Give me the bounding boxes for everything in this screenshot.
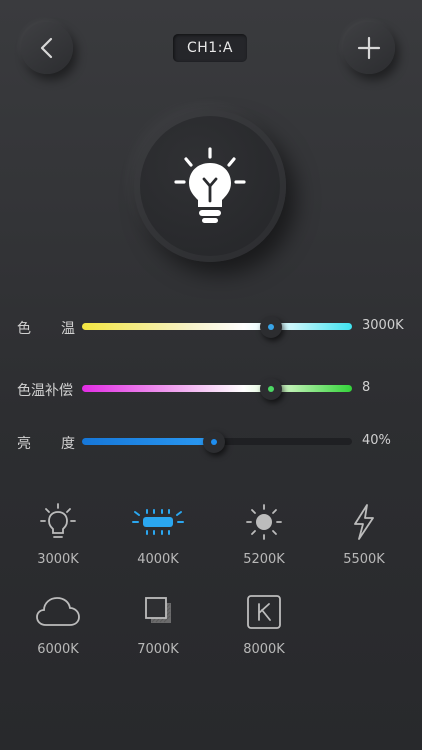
lightning-icon bbox=[354, 504, 374, 540]
k-box-icon bbox=[247, 595, 281, 629]
preset-5500k[interactable]: 5500K bbox=[324, 500, 404, 567]
color-temp-track[interactable] bbox=[82, 323, 352, 330]
compensation-track[interactable] bbox=[82, 385, 352, 392]
color-temp-value: 3000K bbox=[362, 318, 404, 333]
preset-6000k[interactable]: 6000K bbox=[18, 590, 98, 657]
preset-label: 5200K bbox=[243, 552, 285, 567]
label-char-2: 温 bbox=[61, 321, 75, 337]
compensation-value: 8 bbox=[362, 380, 371, 395]
slider-label-brightness: 亮 度 bbox=[17, 433, 75, 453]
slider-row-brightness: 亮 度 40% bbox=[0, 430, 422, 454]
back-button[interactable] bbox=[21, 22, 73, 74]
preset-label: 5500K bbox=[343, 552, 385, 567]
color-temp-thumb[interactable] bbox=[260, 316, 282, 338]
preset-3000k[interactable]: 3000K bbox=[18, 500, 98, 567]
add-button[interactable] bbox=[343, 22, 395, 74]
bulb-outline-icon bbox=[40, 503, 76, 538]
preset-label: 3000K bbox=[37, 552, 79, 567]
preset-label: 8000K bbox=[243, 642, 285, 657]
thumb-dot bbox=[268, 386, 274, 392]
preset-4000k[interactable]: 4000K bbox=[118, 500, 198, 567]
slider-label-color-temp: 色 温 bbox=[17, 318, 75, 338]
sun-icon bbox=[246, 504, 282, 540]
lightbulb-icon bbox=[174, 147, 246, 223]
cloud-icon bbox=[36, 597, 80, 626]
slider-label-compensation: 色温补偿 bbox=[17, 383, 73, 399]
channel-label: CH1:A bbox=[186, 40, 233, 56]
compensation-thumb[interactable] bbox=[260, 378, 282, 400]
channel-badge[interactable]: CH1:A bbox=[173, 34, 247, 62]
preset-5200k[interactable]: 5200K bbox=[224, 500, 304, 567]
slider-row-color-temp: 色 温 3000K bbox=[0, 315, 422, 339]
preset-7000k[interactable]: 7000K bbox=[118, 590, 198, 657]
label-char-1: 色 bbox=[17, 321, 31, 337]
fluorescent-tube-icon bbox=[132, 509, 184, 535]
chevron-left-icon bbox=[40, 37, 53, 59]
brightness-fill bbox=[82, 438, 215, 445]
brightness-value: 40% bbox=[362, 433, 391, 448]
thumb-dot bbox=[211, 439, 218, 445]
brightness-thumb[interactable] bbox=[203, 431, 226, 453]
preset-8000k[interactable]: 8000K bbox=[224, 590, 304, 657]
preset-label: 6000K bbox=[37, 642, 79, 657]
label-char-1: 亮 bbox=[17, 436, 31, 452]
power-knob-face[interactable] bbox=[140, 116, 280, 256]
preset-label: 7000K bbox=[137, 642, 179, 657]
label-char-2: 度 bbox=[61, 436, 75, 452]
thumb-dot bbox=[268, 324, 274, 330]
plus-icon bbox=[357, 36, 381, 60]
shade-icon bbox=[145, 597, 171, 623]
preset-label: 4000K bbox=[137, 552, 179, 567]
slider-row-compensation: 色温补偿 8 bbox=[0, 377, 422, 401]
